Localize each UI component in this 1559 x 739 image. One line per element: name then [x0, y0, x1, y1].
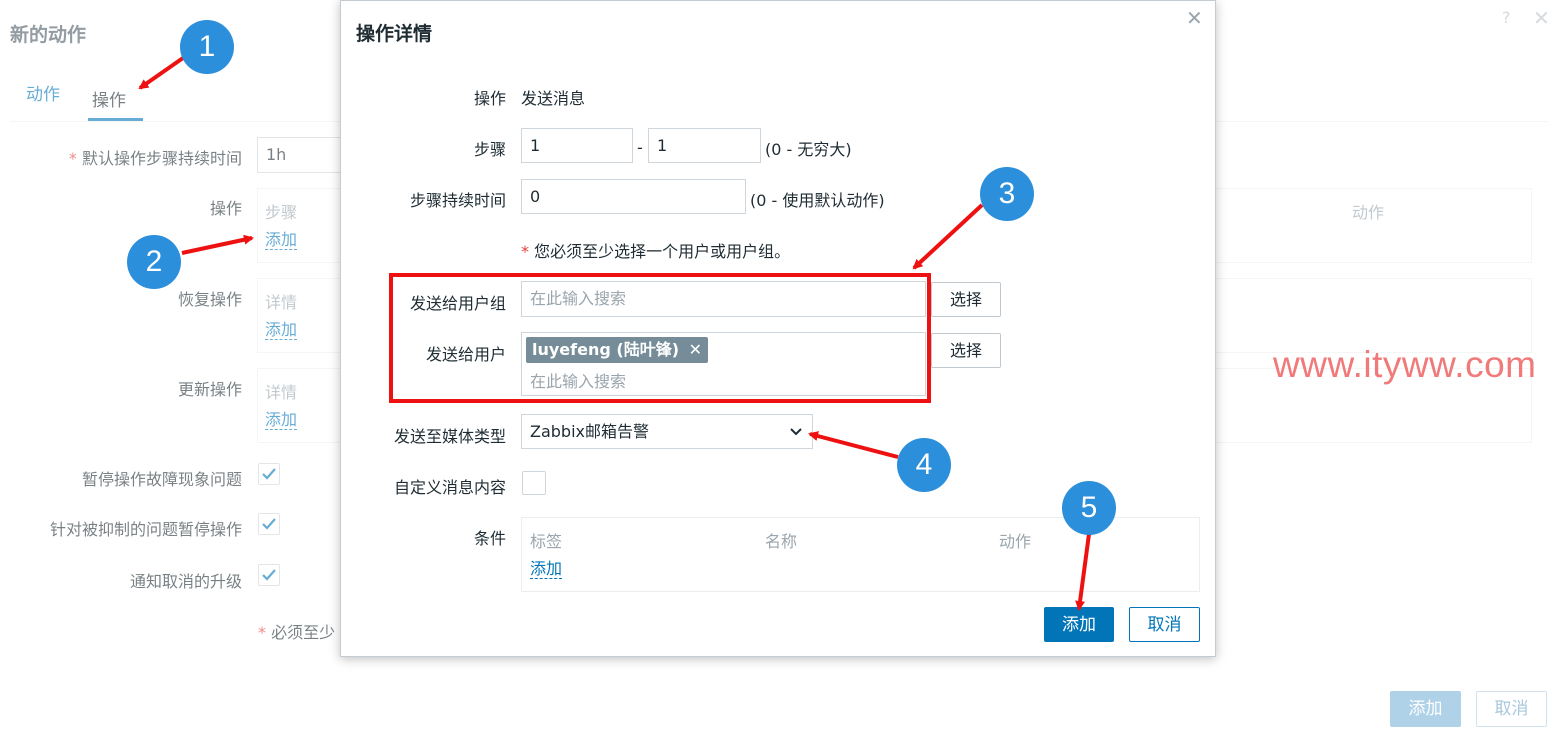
- annotation-4: 4: [897, 438, 951, 492]
- annotation-1: 1: [180, 20, 234, 74]
- watermark-text: www.ityww.com: [1273, 344, 1537, 385]
- annotation-2: 2: [127, 235, 181, 289]
- annotation-3: 3: [980, 167, 1034, 221]
- annotation-5: 5: [1062, 481, 1116, 535]
